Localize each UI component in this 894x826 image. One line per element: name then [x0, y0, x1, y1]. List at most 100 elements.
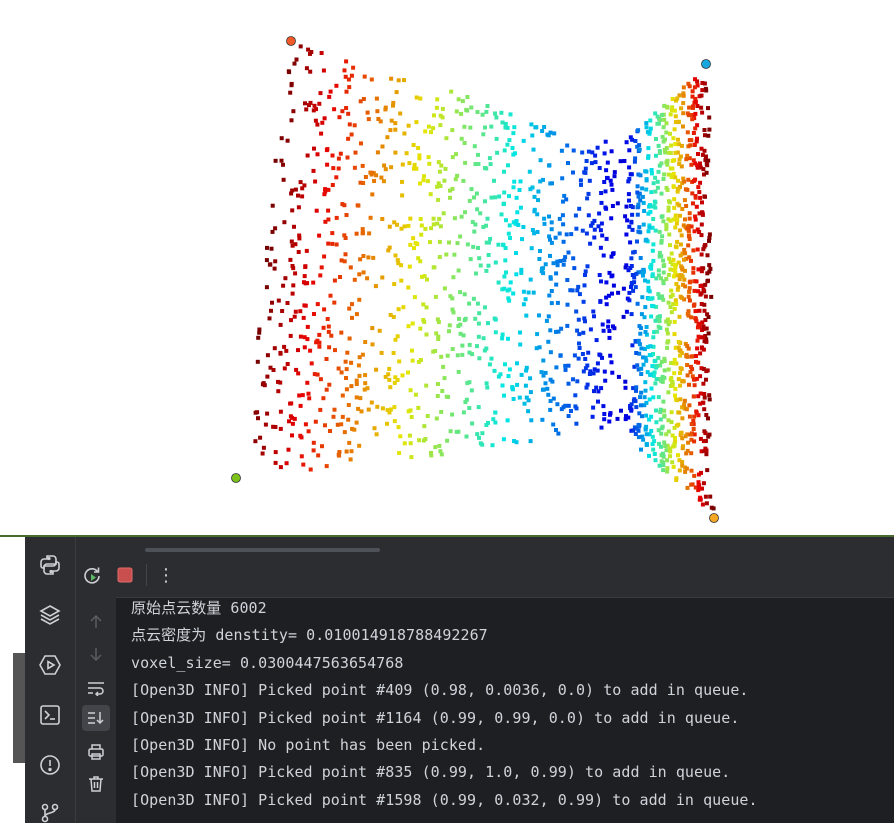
picked-point-marker[interactable] — [231, 473, 241, 483]
up-arrow-icon[interactable] — [82, 609, 110, 635]
terminal-icon[interactable] — [37, 702, 63, 728]
point — [652, 199, 657, 204]
point — [621, 286, 626, 291]
point — [492, 316, 497, 321]
point — [644, 178, 649, 183]
point — [621, 314, 626, 319]
point — [703, 494, 708, 499]
problems-icon[interactable] — [37, 752, 63, 778]
run-services-icon[interactable] — [37, 652, 63, 678]
console-output[interactable]: 原始点云数量 6002 点云密度为 denstity= 0.0100149187… — [131, 595, 891, 814]
point — [265, 374, 270, 379]
soft-wrap-icon[interactable] — [82, 675, 110, 701]
point — [508, 112, 513, 117]
point — [493, 195, 498, 200]
point — [441, 364, 446, 369]
toolbar-separator — [146, 564, 147, 586]
picked-point-marker[interactable] — [286, 36, 296, 46]
point — [661, 270, 666, 275]
point — [661, 463, 666, 467]
point — [682, 198, 687, 203]
point — [692, 414, 697, 419]
point — [496, 374, 501, 379]
git-icon[interactable] — [37, 800, 63, 826]
down-arrow-icon[interactable] — [82, 641, 110, 667]
point — [428, 240, 432, 245]
point — [383, 105, 388, 110]
python-packages-icon[interactable] — [37, 552, 63, 578]
point — [577, 292, 582, 297]
point — [564, 232, 569, 237]
point — [623, 214, 628, 219]
point — [635, 190, 640, 195]
picked-point-marker[interactable] — [701, 59, 711, 69]
point — [702, 128, 707, 132]
point — [435, 97, 440, 102]
point — [418, 259, 423, 264]
point — [603, 378, 608, 383]
point — [651, 181, 656, 186]
point — [293, 242, 298, 247]
point — [435, 317, 440, 322]
point — [431, 222, 436, 227]
point — [649, 262, 654, 267]
point — [458, 234, 463, 239]
point — [700, 211, 705, 216]
point — [543, 370, 548, 375]
point — [284, 461, 289, 466]
point — [406, 223, 411, 228]
tabs-scrollbar[interactable] — [145, 548, 380, 552]
point — [707, 263, 712, 268]
point — [555, 263, 560, 268]
point — [526, 409, 531, 414]
point-cloud-canvas[interactable] — [0, 0, 894, 535]
point — [610, 252, 615, 256]
point — [488, 162, 493, 167]
point — [571, 256, 576, 261]
point — [292, 416, 297, 421]
point — [357, 272, 362, 277]
point — [261, 445, 266, 450]
point — [361, 270, 366, 275]
point — [480, 431, 485, 436]
point — [530, 133, 535, 138]
stop-icon[interactable] — [112, 562, 138, 588]
point — [393, 127, 398, 132]
point — [549, 289, 554, 293]
point — [311, 280, 316, 285]
point — [708, 266, 713, 271]
point — [387, 410, 392, 415]
point — [333, 348, 337, 353]
rerun-icon[interactable] — [79, 562, 105, 588]
point — [464, 434, 469, 439]
trash-icon[interactable] — [82, 771, 110, 797]
point — [587, 372, 592, 376]
point — [346, 417, 351, 422]
point — [375, 150, 380, 155]
point — [483, 199, 487, 204]
point — [661, 454, 666, 459]
point — [429, 226, 434, 231]
point — [458, 290, 463, 295]
point — [420, 274, 424, 279]
scroll-to-end-icon[interactable] — [82, 705, 110, 731]
point — [599, 386, 604, 391]
point — [436, 160, 441, 165]
point — [489, 195, 494, 200]
point — [328, 89, 333, 94]
more-icon[interactable]: ⋮ — [153, 562, 179, 588]
print-icon[interactable] — [82, 739, 110, 765]
point — [701, 335, 706, 340]
point — [656, 355, 661, 360]
point — [305, 380, 310, 385]
point-cloud-viewer[interactable] — [0, 0, 894, 535]
layers-icon[interactable] — [37, 602, 63, 628]
point — [672, 197, 677, 202]
point — [571, 377, 575, 382]
point — [574, 309, 579, 314]
point — [459, 214, 464, 219]
picked-point-marker[interactable] — [709, 513, 719, 523]
point — [635, 184, 640, 189]
point — [697, 308, 702, 313]
point — [414, 120, 419, 125]
